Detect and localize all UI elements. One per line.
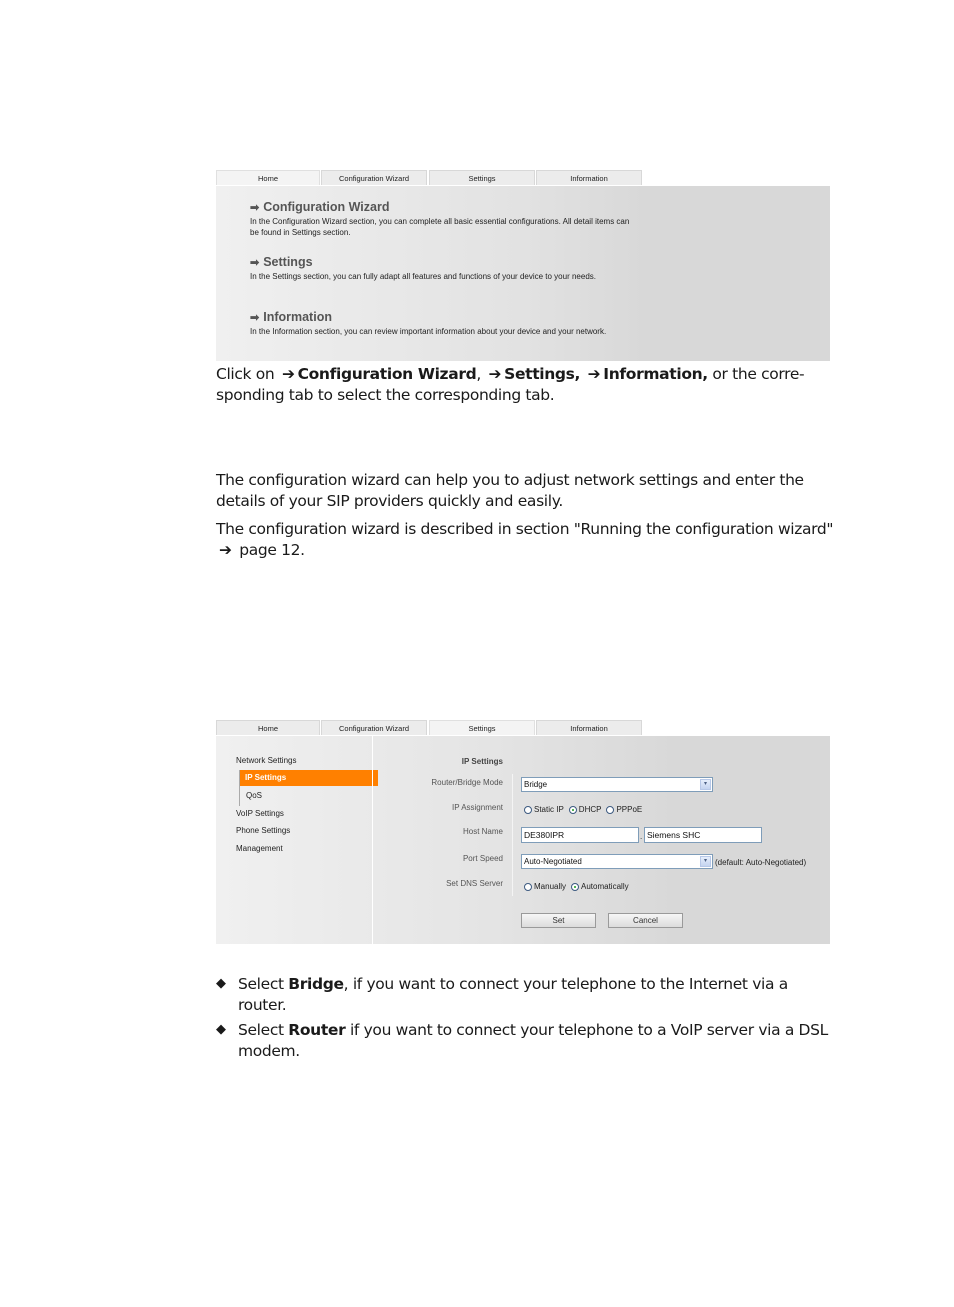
bullet-icon: ◆ (216, 1022, 226, 1037)
ip-assignment-radio-group: Static IP DHCP PPPoE (524, 805, 647, 814)
link-settings[interactable]: Settings, (504, 365, 580, 383)
sidebar-divider (372, 736, 373, 944)
section-heading[interactable]: ➡ Configuration Wizard (250, 200, 640, 215)
arrow-icon: ➔ (281, 365, 295, 383)
router-bridge-mode-label: Router/Bridge Mode (431, 778, 503, 787)
section-title[interactable]: Settings (263, 255, 312, 269)
home-section-information: ➡ Information In the Information section,… (250, 310, 640, 337)
link-configuration-wizard[interactable]: Configuration Wizard (298, 365, 477, 383)
section-description: In the Information section, you can revi… (250, 327, 607, 336)
paragraph-click-on: Click on ➔ Configuration Wizard, ➔ Setting… (216, 365, 805, 404)
host-name-separator: . (640, 832, 643, 841)
section-description: In the Configuration Wizard section, you… (250, 217, 630, 237)
tab-settings[interactable]: Settings (429, 170, 535, 185)
radio-dhcp[interactable] (568, 805, 577, 814)
settings-screenshot: Home Configuration Wizard Settings Infor… (216, 720, 830, 944)
tab-information[interactable]: Information (536, 170, 642, 185)
radio-dns-manually[interactable] (524, 882, 532, 891)
bullet-item-router: Select Router if you want to connect you… (238, 1021, 828, 1060)
sidebar-item-management[interactable]: Management (236, 844, 283, 853)
section-heading[interactable]: ➡ Information (250, 310, 640, 325)
radio-dns-automatically[interactable] (571, 882, 580, 891)
home-section-configuration-wizard: ➡ Configuration Wizard In the Configurati… (250, 200, 640, 238)
sidebar-item-voip-settings[interactable]: VoIP Settings (236, 809, 284, 818)
arrow-icon: ➔ (488, 365, 502, 383)
dns-server-radio-group: Manually Automatically (524, 882, 634, 891)
set-button[interactable]: Set (521, 913, 596, 928)
router-bridge-mode-select[interactable]: Bridge ▾ (521, 777, 713, 792)
port-speed-default-hint: (default: Auto-Negotiated) (715, 858, 807, 867)
tab-configuration-wizard[interactable]: Configuration Wizard (321, 170, 427, 185)
home-screenshot: Home Configuration Wizard Settings Infor… (216, 170, 830, 361)
arrow-right-icon: ➡ (250, 257, 260, 269)
tab-information[interactable]: Information (536, 720, 642, 735)
arrow-right-icon: ➡ (250, 202, 260, 214)
chevron-down-icon[interactable]: ▾ (700, 779, 711, 790)
domain-name-input[interactable]: Siemens SHC (644, 827, 762, 843)
section-title[interactable]: Information (263, 310, 332, 324)
port-speed-label: Port Speed (462, 854, 503, 863)
sidebar-item-qos[interactable]: QoS (246, 791, 262, 800)
host-name-input[interactable]: DE380IPR (521, 827, 639, 843)
port-speed-select[interactable]: Auto-Negotiated ▾ (521, 854, 713, 869)
arrow-icon: ➔ (219, 541, 232, 559)
section-title[interactable]: Configuration Wizard (263, 200, 389, 214)
dns-server-label: Set DNS Server (446, 879, 503, 888)
tab-configuration-wizard[interactable]: Configuration Wizard (321, 720, 427, 735)
paragraph-wizard-reference: The configuration wizard is described in… (216, 520, 834, 559)
form-divider (512, 774, 513, 896)
home-section-settings: ➡ Settings In the Settings section, you c… (250, 255, 640, 282)
bullet-icon: ◆ (216, 976, 226, 991)
chevron-down-icon[interactable]: ▾ (700, 856, 711, 867)
bullet-item-bridge: Select Bridge, if you want to connect yo… (238, 975, 788, 1014)
tab-settings[interactable]: Settings (429, 720, 535, 735)
tab-bar: Home Configuration Wizard Settings Infor… (216, 720, 830, 736)
section-description: In the Settings section, you can fully a… (250, 272, 596, 281)
link-information[interactable]: Information, (603, 365, 708, 383)
cancel-button[interactable]: Cancel (608, 913, 683, 928)
home-panel: ➡ Configuration Wizard In the Configurati… (216, 186, 830, 361)
host-name-label: Host Name (462, 827, 503, 836)
arrow-icon: ➔ (587, 365, 601, 383)
sidebar-item-phone-settings[interactable]: Phone Settings (236, 826, 290, 835)
tab-bar: Home Configuration Wizard Settings Infor… (216, 170, 830, 186)
sidebar-item-network-settings[interactable]: Network Settings (236, 756, 296, 765)
paragraph-wizard-intro: The configuration wizard can help you to… (216, 471, 804, 510)
radio-pppoe[interactable] (606, 805, 615, 814)
tab-home[interactable]: Home (216, 170, 320, 185)
ip-assignment-label: IP Assignment (452, 803, 503, 812)
radio-static-ip[interactable] (524, 805, 532, 814)
tab-home[interactable]: Home (216, 720, 320, 735)
page-reference-link[interactable]: page 12. (239, 541, 305, 559)
form-section-title: IP Settings (461, 757, 503, 766)
sidebar-item-ip-settings[interactable]: IP Settings (240, 770, 378, 786)
section-heading[interactable]: ➡ Settings (250, 255, 640, 270)
arrow-right-icon: ➡ (250, 312, 260, 324)
settings-panel: Network Settings IP Settings QoS VoIP Se… (216, 736, 830, 944)
